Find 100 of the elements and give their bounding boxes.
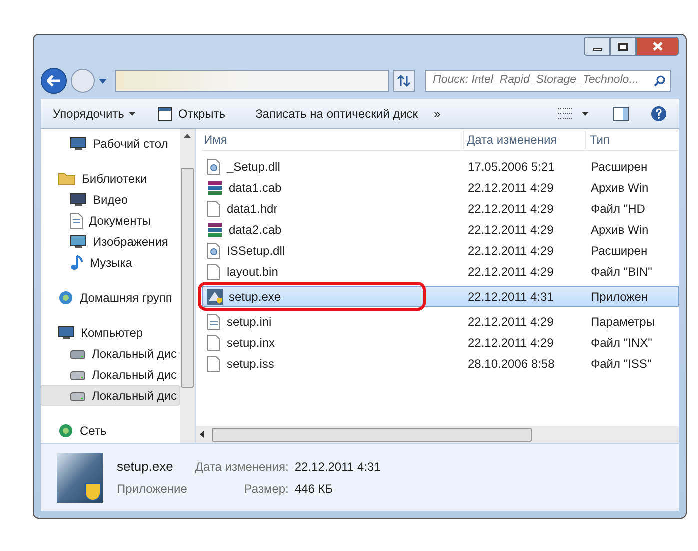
scroll-up-icon[interactable]: [184, 134, 191, 138]
file-row[interactable]: setup.ini 22.12.2011 4:29 Параметры: [202, 311, 679, 332]
scroll-thumb[interactable]: [212, 428, 532, 442]
file-name: data2.cab: [229, 222, 282, 238]
file-date: 22.12.2011 4:29: [467, 180, 555, 196]
refresh-icon: [397, 75, 411, 87]
address-bar[interactable]: [115, 70, 389, 92]
file-type: Приложен: [590, 288, 648, 306]
drive-icon: [70, 390, 86, 402]
file-name: data1.cab: [229, 180, 282, 196]
file-date: 22.12.2011 4:29: [467, 264, 555, 280]
file-type: Файл "ISS": [590, 356, 652, 372]
file-name: setup.iss: [227, 356, 274, 372]
horizontal-scrollbar[interactable]: [196, 426, 679, 443]
drive-icon: [70, 348, 86, 360]
folder-icon: [58, 172, 76, 186]
archive-icon: [207, 180, 223, 196]
nav-item[interactable]: Сеть: [41, 420, 180, 441]
file-type: Расширен: [590, 242, 648, 260]
file-type: Архив Win: [590, 222, 649, 238]
search-icon: [654, 75, 666, 87]
maximize-button[interactable]: [610, 37, 636, 56]
file-row[interactable]: layout.bin 22.12.2011 4:29 Файл "BIN": [202, 261, 679, 282]
file-row[interactable]: ISSetup.dll 22.12.2011 4:29 Расширен: [202, 240, 679, 261]
file-date: 22.12.2011 4:29: [467, 200, 555, 218]
size-label: Размер:: [243, 481, 289, 498]
back-arrow-icon: [47, 75, 61, 87]
burn-disc-button[interactable]: Записать на оптический диск: [256, 104, 418, 122]
nav-item[interactable]: Документы: [41, 210, 180, 231]
view-options-icon[interactable]: [558, 108, 572, 120]
file-name: setup.ini: [227, 314, 272, 330]
nav-item[interactable]: Музыка: [41, 252, 180, 273]
file-name: setup.exe: [229, 288, 282, 306]
nav-item[interactable]: Видео: [41, 189, 180, 210]
nav-item[interactable]: Локальный дис: [41, 343, 180, 364]
caret-icon[interactable]: [582, 112, 589, 116]
date-value: 22.12.2011 4:31: [294, 458, 381, 476]
file-date: 17.05.2006 5:21: [467, 158, 556, 176]
close-icon: [652, 42, 662, 51]
nav-item[interactable]: Домашняя групп: [41, 287, 180, 308]
file-row[interactable]: data1.hdr 22.12.2011 4:29 Файл "HD: [202, 198, 679, 219]
window-icon: [158, 106, 172, 120]
nav-item[interactable]: Рабочий стол: [41, 133, 180, 154]
minimize-button[interactable]: [584, 37, 610, 56]
file-type: Архив Win: [590, 180, 649, 196]
file-date: 22.12.2011 4:29: [467, 314, 555, 330]
file-icon: [207, 334, 221, 350]
search-field[interactable]: Поиск: Intel_Rapid_Storage_Technolo...: [425, 70, 671, 92]
file-row[interactable]: setup.iss 28.10.2006 8:58 Файл "ISS": [202, 353, 679, 374]
monitor-icon: [70, 136, 87, 150]
vertical-scrollbar[interactable]: [180, 129, 195, 443]
caret-icon: [129, 112, 136, 116]
file-type: Параметры: [590, 314, 655, 330]
column-header[interactable]: Тип: [586, 130, 666, 148]
dropdown-caret-icon: [99, 78, 107, 84]
archive-icon: [207, 222, 223, 238]
back-button[interactable]: [41, 68, 67, 94]
nav-item[interactable]: Локальный дис: [41, 385, 180, 406]
file-row[interactable]: data2.cab 22.12.2011 4:29 Архив Win: [202, 219, 679, 240]
document-icon: [70, 212, 83, 228]
file-row[interactable]: setup.exe 22.12.2011 4:31 Приложен: [202, 286, 679, 307]
minimize-icon: [592, 48, 602, 51]
date-label: Дата изменения:: [195, 458, 289, 476]
more-button[interactable]: »: [434, 104, 441, 122]
file-type: Расширен: [590, 158, 648, 176]
file-date: 22.12.2011 4:29: [467, 242, 555, 260]
file-type: Файл "INX": [590, 334, 652, 352]
file-date: 22.12.2011 4:31: [467, 288, 555, 306]
file-icon: [207, 356, 221, 372]
nav-item[interactable]: Библиотеки: [41, 168, 180, 189]
file-name: ISSetup.dll: [227, 242, 286, 260]
open-button[interactable]: Открыть: [158, 104, 226, 122]
details-file-name: setup.exe: [117, 458, 174, 476]
nav-item[interactable]: Компьютер: [41, 322, 180, 343]
file-icon: [207, 200, 221, 216]
file-date: 22.12.2011 4:29: [467, 334, 555, 352]
nav-item[interactable]: Локальный дис: [41, 364, 180, 385]
file-type: Файл "HD: [590, 200, 646, 218]
file-row[interactable]: _Setup.dll 17.05.2006 5:21 Расширен: [202, 156, 679, 177]
column-header[interactable]: Дата изменения: [464, 130, 586, 148]
preview-pane-icon[interactable]: [613, 106, 629, 120]
column-header[interactable]: Имя: [202, 130, 464, 148]
file-row[interactable]: setup.inx 22.12.2011 4:29 Файл "INX": [202, 332, 679, 353]
scroll-left-icon[interactable]: [200, 431, 204, 438]
scroll-thumb[interactable]: [181, 168, 194, 388]
close-button[interactable]: [636, 37, 679, 56]
file-date: 28.10.2006 8:58: [467, 356, 556, 372]
file-name: _Setup.dll: [227, 158, 280, 176]
organize-menu-button[interactable]: Упорядочить: [53, 104, 136, 122]
installer-icon: [207, 288, 223, 304]
file-type-label: Приложение: [117, 481, 188, 498]
refresh-button[interactable]: [393, 70, 415, 92]
help-icon[interactable]: [651, 106, 667, 122]
drive-icon: [70, 368, 86, 380]
file-type: Файл "BIN": [590, 264, 652, 280]
file-name: layout.bin: [227, 264, 278, 280]
settings-file-icon: [207, 314, 221, 330]
nav-item[interactable]: Изображения: [41, 231, 180, 252]
computer-icon: [58, 326, 75, 340]
file-row[interactable]: data1.cab 22.12.2011 4:29 Архив Win: [202, 177, 679, 198]
